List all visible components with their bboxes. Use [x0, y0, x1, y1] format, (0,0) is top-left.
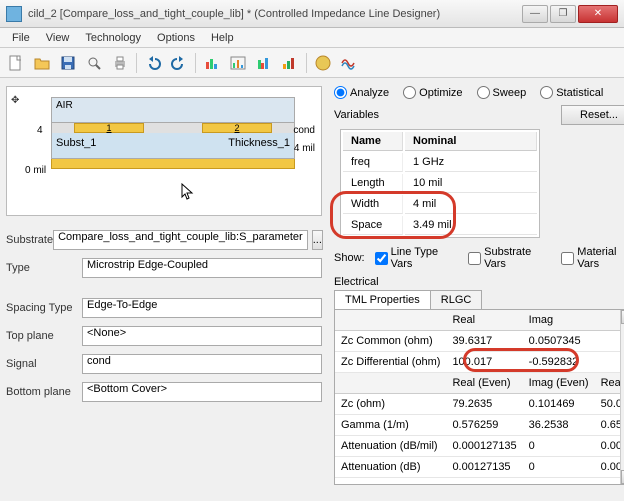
- chart2-icon[interactable]: [226, 51, 250, 75]
- substrate-label: Substrate: [6, 234, 53, 246]
- wave2-icon[interactable]: [337, 51, 361, 75]
- substrate-select[interactable]: Compare_loss_and_tight_couple_lib:S_para…: [53, 230, 308, 250]
- mode-sweep[interactable]: Sweep: [477, 86, 527, 99]
- table-row: Length10 mil: [343, 174, 537, 193]
- table-row: Width4 mil: [343, 195, 537, 214]
- conductor-layer: 1 2: [51, 123, 295, 133]
- find-icon[interactable]: [82, 51, 106, 75]
- reset-button[interactable]: Reset...: [561, 105, 624, 125]
- show-label: Show:: [334, 252, 365, 264]
- menu-bar: File View Technology Options Help: [0, 28, 624, 48]
- substrate-layer: Subst_1 Thickness_1: [51, 133, 295, 159]
- redo-icon[interactable]: [167, 51, 191, 75]
- mode-optimize[interactable]: Optimize: [403, 86, 462, 99]
- maximize-button[interactable]: ❐: [550, 5, 576, 23]
- mode-statistical[interactable]: Statistical: [540, 86, 603, 99]
- new-icon[interactable]: [4, 51, 28, 75]
- variables-table[interactable]: NameNominal freq1 GHz Length10 mil Width…: [340, 129, 540, 238]
- topplane-label: Top plane: [6, 330, 82, 342]
- tab-rlgc[interactable]: RLGC: [430, 290, 483, 309]
- substrate-browse-button[interactable]: ...: [312, 230, 323, 250]
- variables-label: Variables: [334, 109, 561, 121]
- wave1-icon[interactable]: [311, 51, 335, 75]
- bottom-cover: [51, 159, 295, 169]
- show-line-check[interactable]: Line Type Vars: [375, 246, 459, 270]
- show-substrate-check[interactable]: Substrate Vars: [468, 246, 551, 270]
- stackup-diagram[interactable]: ✥ AIR 1 2 Subst_1 Thickness_1 4 0 mil co…: [6, 86, 322, 216]
- menu-options[interactable]: Options: [149, 30, 203, 46]
- mode-analyze[interactable]: Analyze: [334, 86, 389, 99]
- menu-file[interactable]: File: [4, 30, 38, 46]
- table-row: Space3.49 mil: [343, 216, 537, 235]
- chart3-icon[interactable]: [252, 51, 276, 75]
- undo-icon[interactable]: [141, 51, 165, 75]
- tab-tml[interactable]: TML Properties: [334, 290, 431, 309]
- table-row: Gamma (1/m)0.57625936.25380.651: [335, 415, 624, 436]
- type-select[interactable]: Microstrip Edge-Coupled: [82, 258, 322, 278]
- menu-help[interactable]: Help: [203, 30, 242, 46]
- menu-view[interactable]: View: [38, 30, 78, 46]
- table-row: Zc Common (ohm)39.63170.0507345: [335, 331, 624, 352]
- signal-select[interactable]: cond: [82, 354, 322, 374]
- electrical-label: Electrical: [334, 276, 624, 288]
- trace-2: 2: [202, 123, 272, 133]
- table-row: Attenuation (dB)0.0012713500.001: [335, 457, 624, 478]
- window-title: cild_2 [Compare_loss_and_tight_couple_li…: [28, 8, 520, 20]
- toolbar: [0, 48, 624, 78]
- table-row: Zc (ohm)79.26350.10146950.00: [335, 394, 624, 415]
- type-label: Type: [6, 262, 82, 274]
- print-icon[interactable]: [108, 51, 132, 75]
- vertical-scrollbar[interactable]: ▲ ▼: [620, 310, 624, 484]
- app-icon: [6, 6, 22, 22]
- air-layer: AIR: [51, 97, 295, 123]
- open-icon[interactable]: [30, 51, 54, 75]
- chart4-icon[interactable]: [278, 51, 302, 75]
- menu-technology[interactable]: Technology: [77, 30, 149, 46]
- chart1-icon[interactable]: [200, 51, 224, 75]
- signal-label: Signal: [6, 358, 82, 370]
- minimize-button[interactable]: —: [522, 5, 548, 23]
- table-row: freq1 GHz: [343, 153, 537, 172]
- trace-1: 1: [74, 123, 144, 133]
- table-row: Attenuation (dB/mil)0.00012713500.000: [335, 436, 624, 457]
- cursor-icon: [181, 183, 195, 201]
- save-icon[interactable]: [56, 51, 80, 75]
- tml-panel: RealImag Zc Common (ohm)39.63170.0507345…: [334, 309, 624, 485]
- spacing-label: Spacing Type: [6, 302, 82, 314]
- table-row: Zc Differential (ohm)100.017-0.592832: [335, 352, 624, 373]
- botplane-select[interactable]: <Bottom Cover>: [82, 382, 322, 402]
- spacing-select[interactable]: Edge-To-Edge: [82, 298, 322, 318]
- show-material-check[interactable]: Material Vars: [561, 246, 624, 270]
- topplane-select[interactable]: <None>: [82, 326, 322, 346]
- botplane-label: Bottom plane: [6, 386, 82, 398]
- close-button[interactable]: ✕: [578, 5, 618, 23]
